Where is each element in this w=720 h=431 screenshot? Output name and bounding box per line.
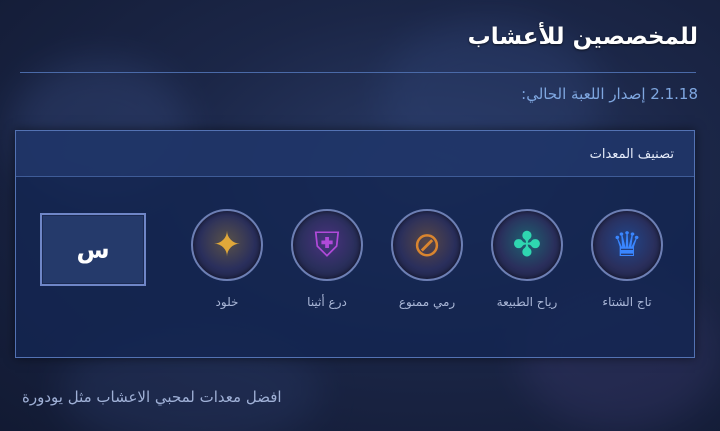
forbidden-throw-icon: ⊘: [391, 209, 463, 281]
equipment-item-label: تاج الشتاء: [602, 295, 652, 309]
athenas-shield-icon: ⛨: [291, 209, 363, 281]
game-version-text: 2.1.18 إصدار اللعبة الحالي:: [521, 85, 698, 103]
equipment-item-winter-crown[interactable]: ♛ تاج الشتاء: [590, 209, 664, 309]
wind-of-nature-icon: ✤: [491, 209, 563, 281]
equipment-item-wind-of-nature[interactable]: ✤ رياح الطبيعة: [490, 209, 564, 309]
title-divider: [20, 72, 696, 73]
equipment-item-immortality[interactable]: ✦ خلود: [190, 209, 264, 309]
recommendation-text: افضل معدات لمحبي الاعشاب مثل يودورة: [22, 388, 282, 406]
equipment-item-athenas-shield[interactable]: ⛨ درع أثينا: [290, 209, 364, 309]
immortality-icon: ✦: [191, 209, 263, 281]
equipment-list: ♛ تاج الشتاء ✤ رياح الطبيعة ⊘ رمي ممنوع …: [190, 209, 664, 309]
equipment-item-label: رمي ممنوع: [398, 295, 456, 309]
equipment-item-label: خلود: [215, 295, 239, 309]
winter-crown-icon: ♛: [591, 209, 663, 281]
equipment-item-label: رياح الطبيعة: [496, 295, 558, 309]
equipment-item-label: درع أثينا: [307, 295, 347, 309]
page-title: للمخصصين للأعشاب: [467, 24, 698, 50]
equipment-panel: تصنيف المعدات ♛ تاج الشتاء ✤ رياح الطبيع…: [15, 130, 695, 358]
equipment-panel-title: تصنيف المعدات: [589, 147, 674, 162]
equipment-item-forbidden-throw[interactable]: ⊘ رمي ممنوع: [390, 209, 464, 309]
selected-slot-button[interactable]: س: [40, 213, 146, 286]
